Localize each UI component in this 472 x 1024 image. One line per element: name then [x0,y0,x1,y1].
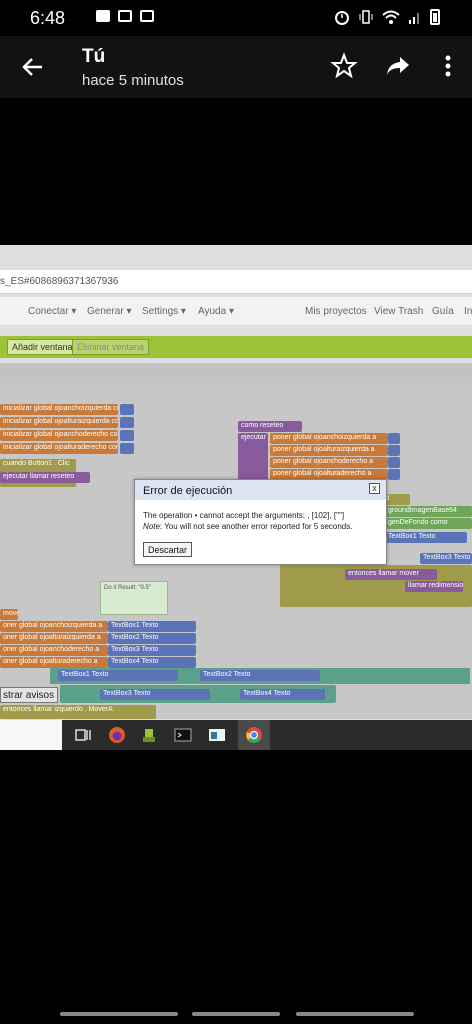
block: TextBox4 Texto [240,689,325,700]
nav-home[interactable] [192,1012,280,1016]
menu-generar: Generar ▾ [87,306,132,317]
browser-address-bar: s_ES#6086896371367936 [0,270,472,294]
navigation-bar [0,1000,472,1024]
block: llamar redimensionar [405,581,463,592]
error-note: Note: You will not see another error rep… [143,521,378,532]
nav-back[interactable] [296,1012,414,1016]
block [388,469,400,480]
block [388,445,400,456]
shared-photo[interactable]: s_ES#6086896371367936 Conectar ▾ Generar… [0,245,472,750]
menu-conectar: Conectar ▾ [28,306,77,317]
block: TextBox3 Texto [108,645,196,656]
signal-icon [409,13,419,24]
address-text: s_ES#6086896371367936 [0,276,119,287]
block: poner global ojoanchoizquierda a [270,433,388,444]
block: entonces llamar izquierdo . MoverA [0,705,156,719]
block: poner global ojoalturaizquierda a [270,445,388,456]
chat-icon [96,10,110,22]
app-icon [140,10,154,22]
block: oner global ojoanchoderecho a [0,645,108,656]
dialog-body: The operation • cannot accept the argume… [135,500,386,532]
windows-taskbar [0,720,472,750]
block: TextBox1 Texto [108,621,196,632]
notification-icons [96,10,154,22]
mostrar-avisos-button: strar avisos [0,687,58,703]
note-label: Note [143,522,160,531]
terminal-icon [174,728,192,742]
taskbar-blank [0,720,62,750]
block: TextBox1 Texto [58,670,178,681]
task-view-icon [75,729,91,741]
star-icon[interactable] [330,52,358,80]
block: TextBox4 Texto [108,657,196,668]
block [388,433,400,444]
block: ejecutar llamar reseteo [0,472,90,483]
block: TextBox1 Texto [385,532,467,543]
error-message: The operation • cannot accept the argume… [143,511,345,520]
more-vert-icon[interactable] [434,52,462,80]
do-it-comment: Do it Result: "0.5" [100,581,168,615]
add-screen-button: Añadir ventana [7,339,78,355]
menu-guia: Guía [432,306,454,317]
screen-toolbar: Añadir ventana Eliminar ventana [0,336,472,358]
dialog-title: Error de ejecución [143,485,233,497]
block: poner global ojoanchoderecho a [270,457,388,468]
block: oner global ojoanchoizquierda a [0,621,108,632]
block: inicializar global ojoanchoderecho como [0,430,118,441]
block: inicializar global ojoalturaderecho como [0,443,118,454]
menu-mis-proyectos: Mis proyectos [305,306,367,317]
app-bar: Tú hace 5 minutos [0,36,472,98]
screen-icon [118,10,132,22]
block: TextBox3 Texto [100,689,210,700]
block: mover [0,609,18,620]
error-dialog: Error de ejecución x The operation • can… [134,479,387,565]
block: oner global ojoalturaizquierda a [0,633,108,644]
nav-recents[interactable] [60,1012,178,1016]
back-arrow-icon[interactable] [18,52,48,82]
share-icon[interactable] [384,52,412,80]
block: ejecutar [238,433,268,481]
note-text: : You will not see another error reporte… [159,522,353,531]
block [388,457,400,468]
block: TextBox3 Texto [420,553,472,564]
block: TextBox2 Texto [108,633,196,644]
block [120,417,134,428]
menu-ayuda: Ayuda ▾ [198,306,234,317]
firefox-icon [109,727,125,743]
close-icon: x [369,483,380,494]
chrome-icon [246,727,262,743]
block: inicializar global ojoanchoizquierda com… [0,404,118,415]
block [120,430,134,441]
menu-view-trash: View Trash [374,306,424,317]
conversation-title: Tú [82,46,106,67]
message-time: hace 5 minutos [82,72,184,89]
app-inventor-menu: Conectar ▾ Generar ▾ Settings ▾ Ayuda ▾ … [0,297,472,325]
battery-icon [430,9,440,25]
block: entonces llamar mover [345,569,437,580]
block: genDeFondo como [385,518,472,529]
window-icon [209,729,225,741]
dialog-header: Error de ejecución x [135,480,386,500]
status-time: 6:48 [30,8,66,28]
menu-in: In [464,306,472,317]
block: inicializar global ojoalturaizquierda co… [0,417,118,428]
block [120,404,134,415]
block: como reseteo [238,421,302,432]
remove-screen-button: Eliminar ventana [72,339,150,355]
dismiss-button: Descartar [143,542,193,557]
vibrate-icon [359,10,373,24]
menu-settings: Settings ▾ [142,306,186,317]
workspace-header [0,363,472,383]
app-inventor-icon [143,729,155,742]
system-icons [334,9,440,25]
block: TextBox2 Texto [200,670,320,681]
wifi-icon [382,10,400,24]
block: oner global ojoalturaderecho a [0,657,108,668]
block [120,443,134,454]
status-bar: 6:48 [0,0,472,36]
alarm-icon [335,11,349,25]
block: groundImagenBase64 [385,506,472,517]
